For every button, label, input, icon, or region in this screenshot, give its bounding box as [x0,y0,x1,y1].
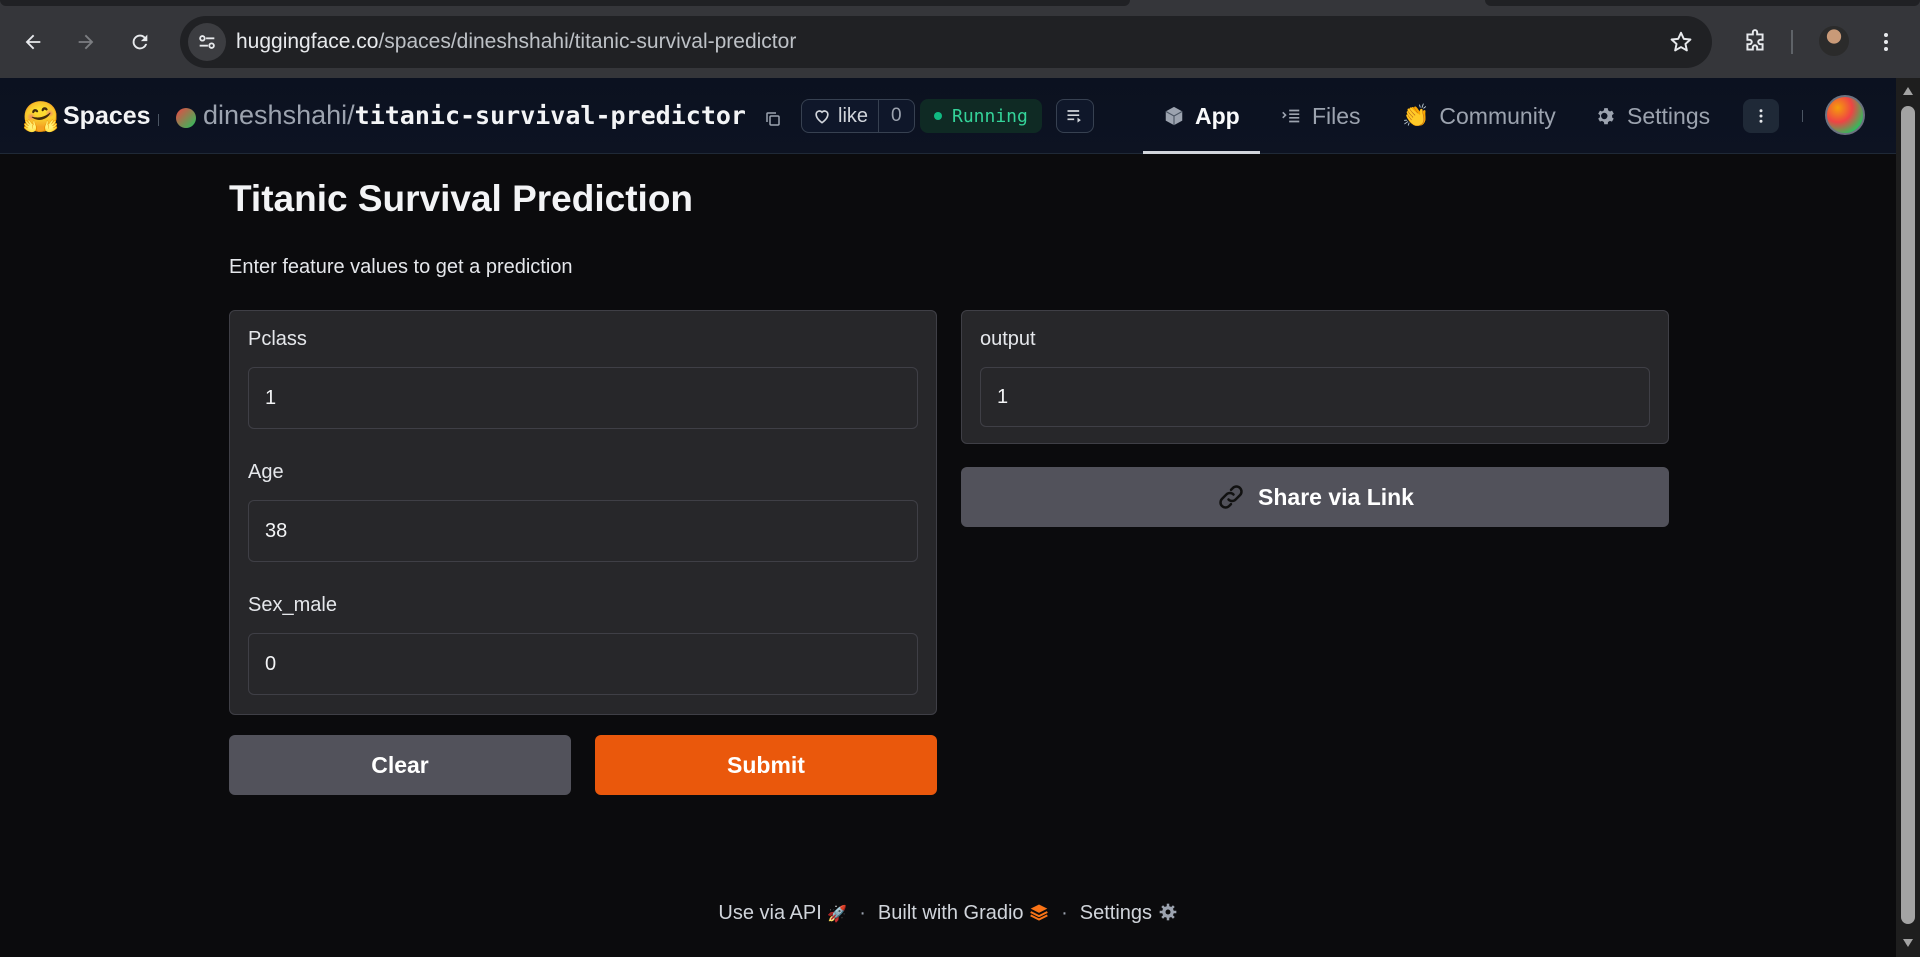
footer-separator: · [859,902,866,924]
tab-files-label: Files [1312,102,1361,129]
owner-avatar [176,108,196,128]
page-description: Enter feature values to get a prediction [229,256,573,278]
share-via-link-button[interactable]: Share via Link [961,467,1669,527]
url-host: huggingface.co [236,30,379,53]
arrow-left-icon [25,34,41,50]
footer: Use via API 🚀 · Built with Gradio · Sett… [0,902,1896,925]
copy-button[interactable] [764,110,782,133]
clear-button[interactable]: Clear [229,735,571,795]
share-label: Share via Link [1258,483,1414,510]
scroll-down-icon[interactable] [1902,938,1914,948]
address-bar[interactable]: huggingface.co/spaces/dineshshahi/titani… [180,16,1712,68]
copy-icon [766,112,780,126]
page-title: Titanic Survival Prediction [229,178,694,219]
logs-button[interactable] [1056,99,1094,133]
files-icon [1282,109,1300,123]
status-text: Running [952,105,1028,127]
age-input[interactable]: 38 [248,500,918,562]
use-via-api-label: Use via API [718,902,822,924]
puzzle-icon [1746,29,1764,51]
site-info-button[interactable] [188,23,226,61]
sex-male-input[interactable]: 0 [248,633,918,695]
status-dot-icon [934,112,942,120]
use-via-api-link[interactable]: Use via API 🚀 [718,902,847,925]
tab-settings[interactable]: Settings [1595,78,1710,154]
bookmark-button[interactable] [1668,29,1694,60]
header-separator-right [1802,110,1803,122]
header-separator [158,114,159,126]
built-with-gradio-link[interactable]: Built with Gradio [878,902,1049,925]
link-icon [1219,485,1243,509]
arrow-right-icon [78,34,94,50]
hugging-face-logo-icon[interactable]: 🤗 [22,100,59,135]
toolbar-divider [1791,30,1793,54]
path-slash: / [347,100,355,130]
scroll-thumb[interactable] [1901,106,1915,924]
star-icon [1670,31,1692,52]
gear-icon [1159,903,1176,921]
space-name-link[interactable]: titanic-survival-predictor [355,101,746,130]
logs-icon [1067,110,1081,123]
footer-settings-link[interactable]: Settings [1080,902,1178,925]
spaces-link[interactable]: Spaces [63,102,151,131]
page-scrollbar[interactable] [1896,78,1920,957]
tune-icon [199,35,215,49]
tab-app-label: App [1195,102,1240,129]
built-with-gradio-label: Built with Gradio [877,902,1024,924]
extensions-button[interactable] [1733,22,1777,62]
like-button[interactable]: like 0 [801,99,915,133]
kebab-menu-icon [1884,33,1888,51]
gear-icon [1598,108,1614,125]
gradio-logo-icon [1030,904,1048,921]
tab-community-label: Community [1439,102,1556,129]
browser-menu-button[interactable] [1866,22,1906,62]
browser-profile-avatar[interactable] [1817,24,1851,58]
tab-settings-label: Settings [1627,102,1711,129]
like-label: like [838,104,869,127]
sex-male-label: Sex_male [248,594,337,616]
back-button[interactable] [13,22,53,62]
reload-button[interactable] [120,22,160,62]
tab-strip [0,0,1130,6]
pclass-label: Pclass [248,328,307,350]
space-header: 🤗 Spaces dineshshahi/titanic-survival-pr… [0,78,1896,154]
like-count: 0 [878,100,914,132]
output-field[interactable]: 1 [980,367,1650,427]
clap-icon: 👏 [1402,103,1430,128]
age-label: Age [248,461,284,483]
space-path: dineshshahi/titanic-survival-predictor [203,100,746,131]
output-panel: output 1 [961,310,1669,444]
tab-community[interactable]: 👏 Community [1402,78,1556,154]
cube-icon [1165,106,1183,126]
heart-icon [802,106,838,126]
status-badge[interactable]: Running [920,99,1042,133]
scroll-up-icon[interactable] [1902,86,1914,96]
forward-button[interactable] [66,22,106,62]
tab-strip-right [1485,0,1920,6]
reload-icon [132,34,148,50]
user-avatar[interactable] [1825,95,1865,135]
submit-button[interactable]: Submit [595,735,937,795]
rocket-icon: 🚀 [827,906,848,923]
pclass-input[interactable]: 1 [248,367,918,429]
url-text: huggingface.co/spaces/dineshshahi/titani… [236,30,796,54]
footer-separator: · [1061,902,1068,924]
output-label: output [980,328,1036,350]
gradio-app: Titanic Survival Prediction Enter featur… [0,154,1896,957]
tab-app[interactable]: App [1143,78,1260,154]
tab-files[interactable]: Files [1280,78,1361,154]
inputs-panel: Pclass 1 Age 38 Sex_male 0 [229,310,937,715]
browser-toolbar: huggingface.co/spaces/dineshshahi/titani… [0,0,1920,78]
vertical-dots-icon [1759,109,1763,123]
more-options-button[interactable] [1743,99,1779,133]
url-path: /spaces/dineshshahi/titanic-survival-pre… [378,30,797,53]
owner-link[interactable]: dineshshahi [203,100,347,130]
footer-settings-label: Settings [1079,902,1153,924]
